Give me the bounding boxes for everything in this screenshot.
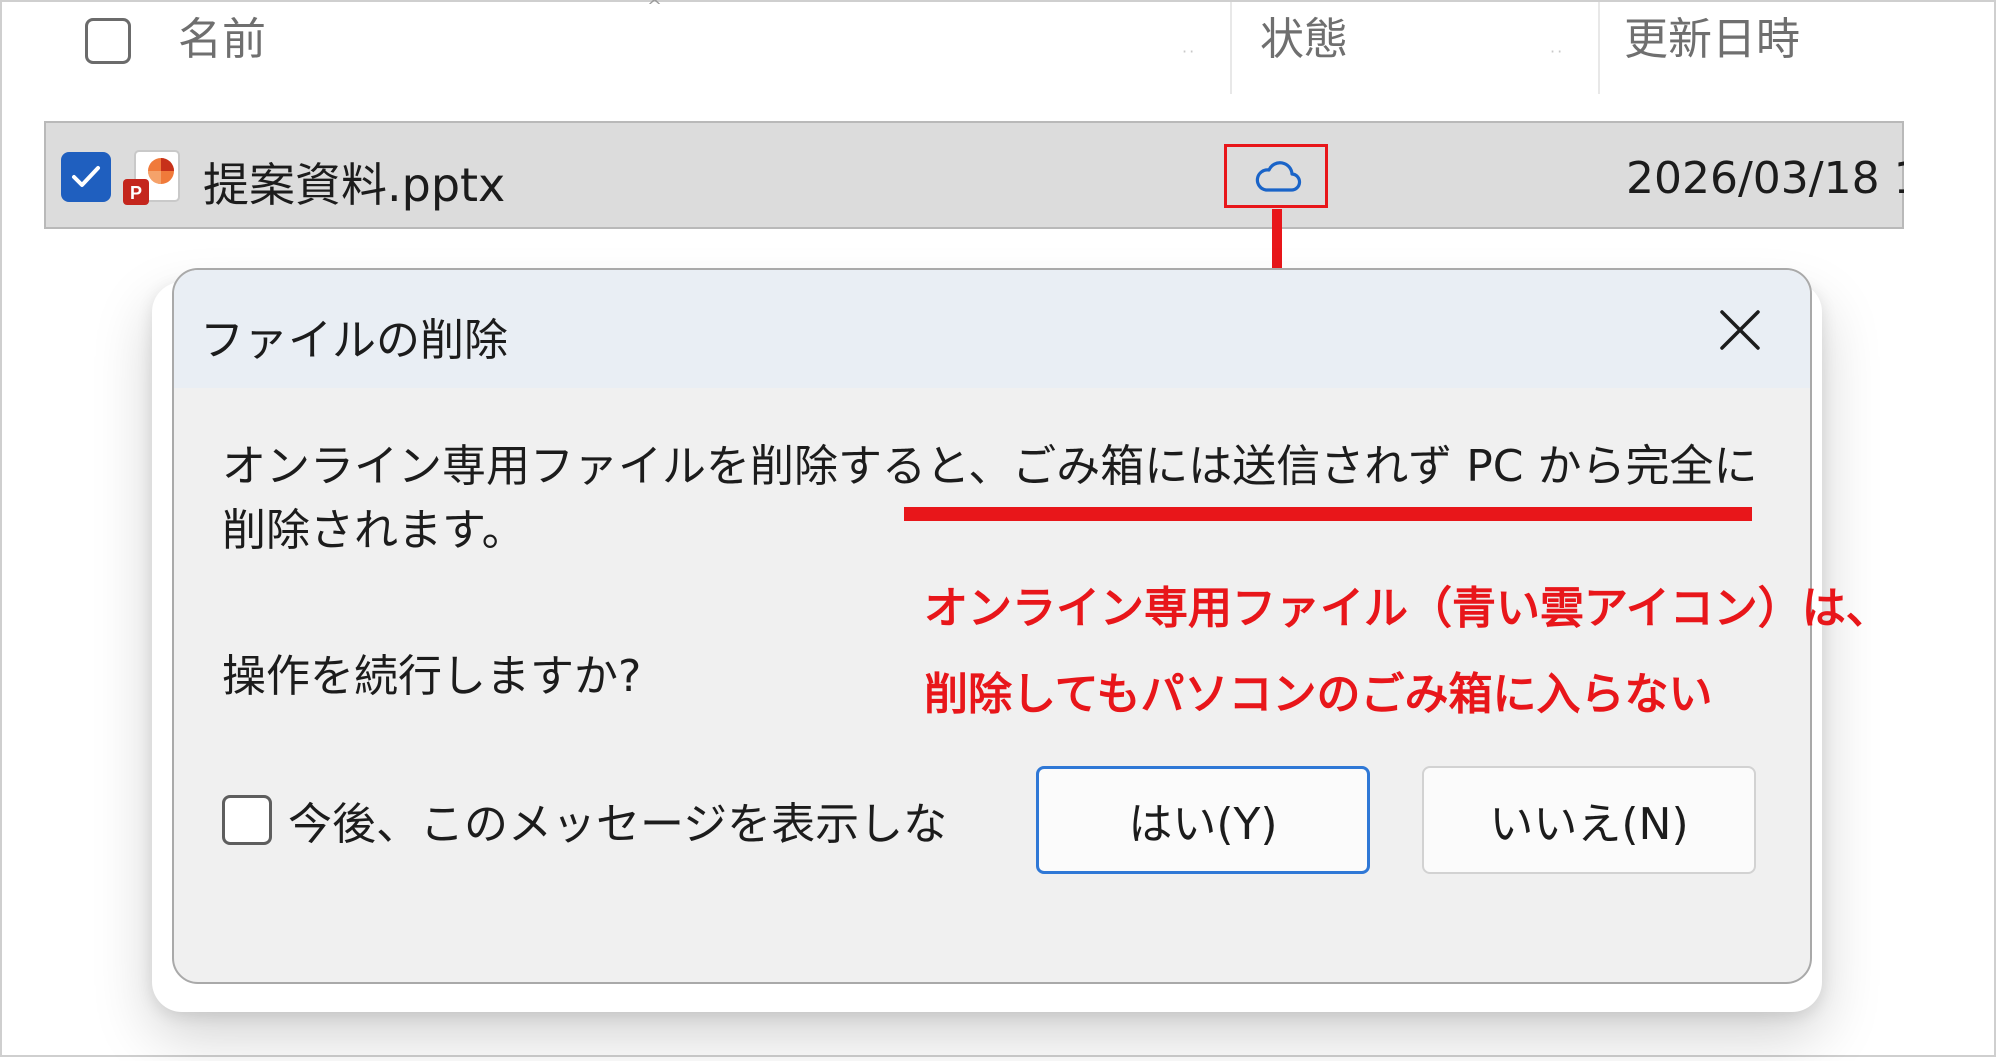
yes-button[interactable]: はい(Y): [1036, 766, 1370, 874]
dialog-question: 操作を続行しますか?: [222, 651, 642, 702]
row-checkbox-checked[interactable]: [61, 152, 111, 202]
annotation-text-line2: 削除してもパソコンのごみ箱に入らない: [924, 669, 1713, 720]
cloud-icon: [1255, 161, 1302, 192]
column-separator[interactable]: [1598, 2, 1600, 94]
column-header-name[interactable]: 名前: [178, 15, 266, 64]
column-header-status[interactable]: 状態: [1260, 15, 1348, 64]
annotation-text-line1: オンライン専用ファイル（青い雲アイコン）は、: [924, 583, 1890, 634]
column-resize-dots: ··: [1550, 42, 1565, 61]
status-highlight-box: [1224, 144, 1328, 208]
close-button[interactable]: [1710, 300, 1770, 360]
column-resize-dots: ··: [1182, 42, 1197, 61]
dialog-title: ファイルの削除: [200, 315, 508, 366]
dialog-message: オンライン専用ファイルを削除すると、ごみ箱には送信されず PC から完全に削除さ…: [222, 441, 1758, 556]
svg-text:P: P: [130, 183, 142, 203]
explorer-window: ^ 名前 ·· 状態 ·· 更新日時 P 提案資料.pptx 2026/03/1…: [0, 0, 1996, 1057]
dont-show-option[interactable]: 今後、このメッセージを表示しな: [222, 790, 947, 850]
column-separator[interactable]: [1230, 2, 1232, 94]
sort-caret-icon: ^: [647, 0, 663, 17]
annotation-underline: [904, 507, 1752, 521]
powerpoint-file-icon: P: [121, 145, 185, 209]
column-header-modified[interactable]: 更新日時: [1624, 15, 1800, 64]
dialog-titlebar: ファイルの削除: [174, 270, 1810, 388]
file-name[interactable]: 提案資料.pptx: [203, 149, 505, 215]
close-icon: [1720, 310, 1760, 350]
file-row-selected[interactable]: P 提案資料.pptx 2026/03/18 1: [44, 121, 1904, 229]
column-header: ^ 名前 ·· 状態 ·· 更新日時: [2, 0, 1998, 94]
file-modified-date: 2026/03/18 1: [1626, 153, 1904, 204]
checkmark-icon: [72, 166, 100, 187]
dont-show-checkbox[interactable]: [222, 795, 272, 845]
dont-show-label: 今後、このメッセージを表示しな: [288, 799, 948, 850]
no-button[interactable]: いいえ(N): [1422, 766, 1756, 874]
select-all-checkbox[interactable]: [85, 18, 131, 64]
